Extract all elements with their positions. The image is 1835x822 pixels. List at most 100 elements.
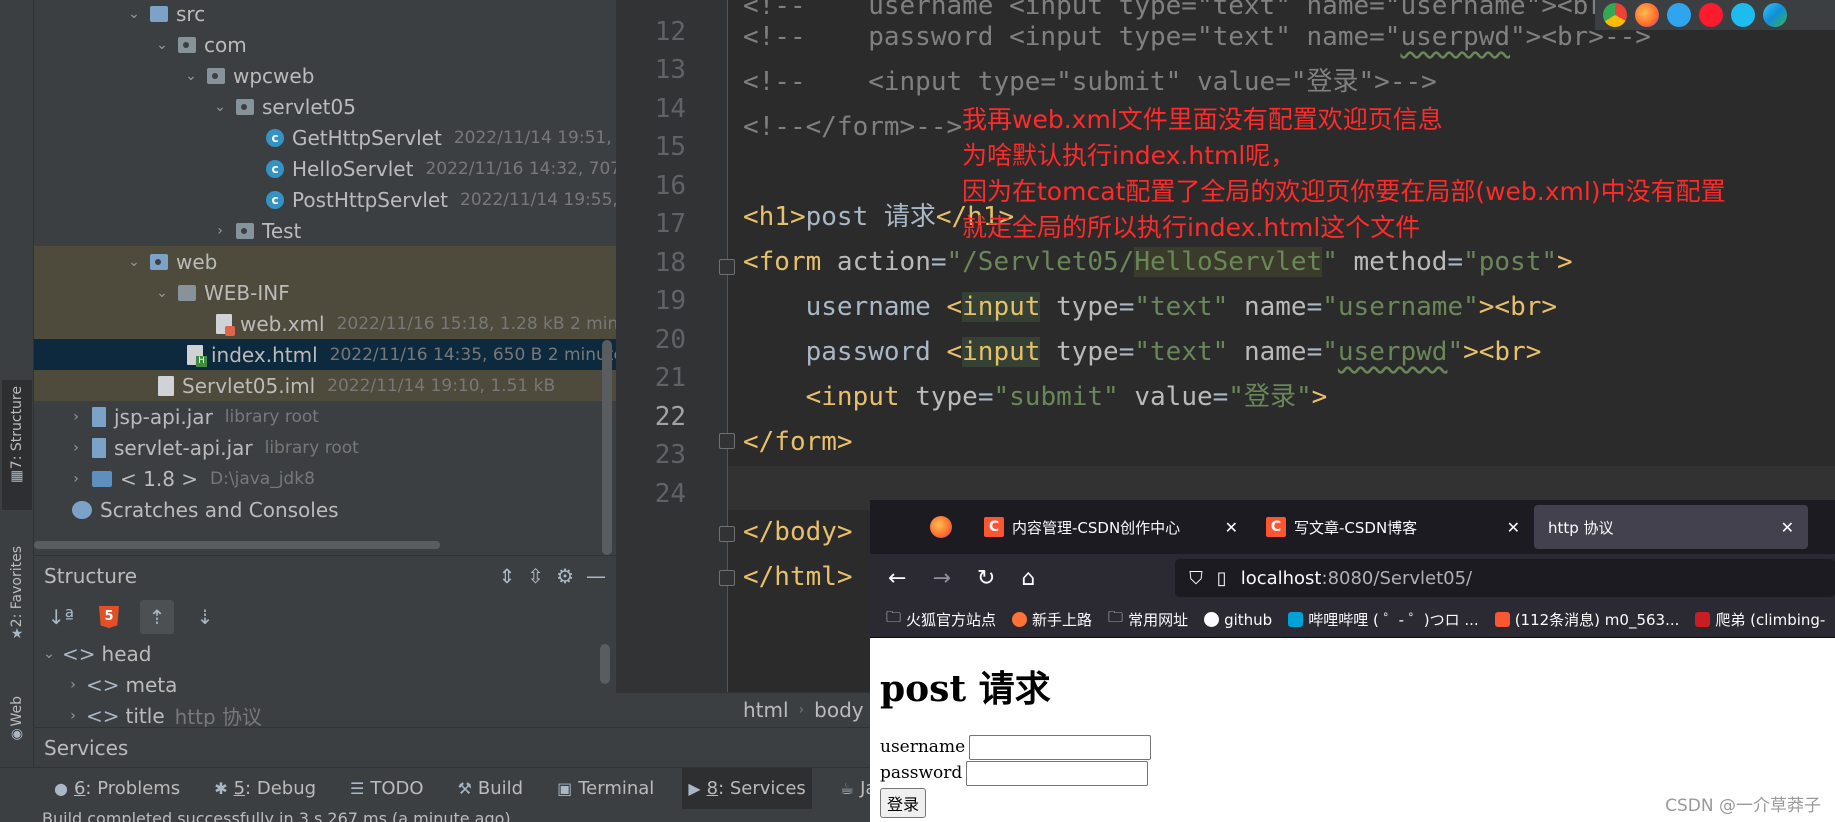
- tree-row-web-xml[interactable]: web.xml 2022/11/16 15:18, 1.28 kB 2 minut: [34, 308, 616, 339]
- url-bar[interactable]: ⛉ ▯ localhost:8080/Servlet05/: [1175, 559, 1835, 597]
- bookmark-item[interactable]: github: [1204, 611, 1272, 629]
- tree-row-servlet05-iml[interactable]: Servlet05.iml 2022/11/14 19:10, 1.51 kB: [34, 370, 616, 401]
- bilibili-icon: [1288, 612, 1304, 627]
- tab-favorites[interactable]: 2: Favorites ★: [2, 540, 32, 670]
- bookmark-item[interactable]: 爬弟 (climbing-: [1695, 609, 1825, 630]
- back-arrow-icon[interactable]: ←: [888, 566, 906, 591]
- minimize-icon[interactable]: —: [586, 564, 606, 588]
- structure-item-title[interactable]: › <> title http 协议: [34, 700, 616, 728]
- services-bar[interactable]: Services: [34, 727, 874, 767]
- chevron-right-icon[interactable]: ›: [62, 708, 84, 724]
- expand-all-icon[interactable]: ⇕: [499, 564, 516, 588]
- tab-services[interactable]: ▶ 8: Services: [682, 767, 812, 810]
- tree-meta: 2022/11/16 14:32, 707: [425, 158, 616, 179]
- structure-item-dim: http 协议: [174, 705, 263, 727]
- tree-row-helloservlet[interactable]: c HelloServlet 2022/11/16 14:32, 707: [34, 153, 616, 184]
- html5-icon[interactable]: 5: [92, 600, 126, 634]
- tree-row-servlet05[interactable]: ⌄ servlet05: [34, 91, 616, 122]
- tree-row-gethttpservlet[interactable]: c GetHttpServlet 2022/11/14 19:51, 1: [34, 122, 616, 153]
- tree-row-test[interactable]: › Test: [34, 215, 616, 246]
- navigate-down-icon[interactable]: ⇣: [188, 600, 222, 634]
- tab-structure[interactable]: 7: Structure ▦: [2, 380, 32, 510]
- close-icon[interactable]: ✕: [1781, 518, 1794, 537]
- navigate-up-icon[interactable]: ⇡: [140, 600, 174, 634]
- vertical-scrollbar[interactable]: [602, 340, 612, 555]
- chevron-right-icon[interactable]: ›: [66, 409, 86, 425]
- firefox-icon[interactable]: [930, 516, 952, 538]
- reload-icon[interactable]: ↻: [977, 566, 995, 591]
- login-submit-button[interactable]: 登录: [880, 788, 927, 818]
- tree-row-index-html[interactable]: index.html 2022/11/16 14:35, 650 B 2 minu…: [34, 339, 616, 370]
- breadcrumb-item[interactable]: body: [814, 698, 863, 722]
- chevron-down-icon[interactable]: ⌄: [210, 99, 230, 115]
- tree-row-jdk[interactable]: › < 1.8 > D:\java_jdk8: [34, 463, 616, 494]
- home-icon[interactable]: ⌂: [1021, 566, 1035, 591]
- chevron-right-icon[interactable]: ›: [210, 223, 230, 239]
- bookmark-item[interactable]: (112条消息) m0_563...: [1494, 609, 1679, 630]
- chevron-down-icon[interactable]: ⌄: [124, 254, 144, 270]
- chevron-right-icon[interactable]: ›: [66, 440, 86, 456]
- shield-icon[interactable]: ⛉: [1189, 568, 1203, 589]
- vertical-scrollbar[interactable]: [600, 644, 610, 684]
- chevron-down-icon[interactable]: ⌄: [38, 646, 60, 662]
- structure-item-meta[interactable]: › <> meta: [34, 669, 616, 700]
- collapse-all-icon[interactable]: ⇳: [527, 564, 544, 588]
- horizontal-scrollbar[interactable]: [34, 541, 440, 549]
- web-folder-icon: [150, 253, 168, 270]
- xml-file-icon: [216, 313, 235, 336]
- close-icon[interactable]: ✕: [1507, 518, 1520, 537]
- tab-http-protocol[interactable]: http 协议 ✕: [1534, 505, 1808, 549]
- username-input[interactable]: [969, 734, 1152, 760]
- fold-marker-icon[interactable]: [719, 526, 735, 542]
- forward-arrow-icon[interactable]: →: [932, 566, 950, 591]
- chevron-right-icon[interactable]: ›: [62, 677, 84, 693]
- chevron-right-icon[interactable]: ›: [66, 471, 86, 487]
- sort-alphabetically-icon[interactable]: ↓ª: [44, 600, 78, 634]
- bookmark-item[interactable]: 🗀 火狐官方站点: [886, 607, 996, 632]
- firefox-icon[interactable]: [1635, 3, 1659, 27]
- gear-icon[interactable]: ⚙: [556, 564, 574, 588]
- tree-row-jsp-api[interactable]: › jsp-api.jar library root: [34, 401, 616, 432]
- tab-terminal[interactable]: ▣ Terminal: [551, 768, 660, 810]
- fold-marker-icon[interactable]: [719, 259, 735, 275]
- chrome-icon[interactable]: [1603, 3, 1627, 27]
- structure-item-head[interactable]: ⌄ <> head: [34, 638, 616, 669]
- tab-content-management[interactable]: C 内容管理-CSDN创作中心 ✕: [970, 505, 1252, 549]
- tree-label: web: [176, 249, 218, 274]
- chevron-down-icon[interactable]: ⌄: [152, 37, 172, 53]
- code-line-13: <!-- <input type="submit" value="登录">-->: [743, 67, 1437, 97]
- edge-icon[interactable]: [1763, 3, 1787, 27]
- tab-write-article[interactable]: C 写文章-CSDN博客 ✕: [1252, 505, 1534, 549]
- tree-row-web-inf[interactable]: ⌄ WEB-INF: [34, 277, 616, 308]
- tab-debug[interactable]: ✱ 5: Debug: [208, 768, 322, 810]
- tree-row-web[interactable]: ⌄ web: [34, 246, 616, 277]
- close-icon[interactable]: ✕: [1225, 518, 1238, 537]
- tree-row-scratches[interactable]: Scratches and Consoles: [34, 494, 616, 525]
- chevron-down-icon[interactable]: ⌄: [181, 68, 201, 84]
- chevron-down-icon[interactable]: ⌄: [152, 285, 172, 301]
- tree-row-com[interactable]: ⌄ com: [34, 29, 616, 60]
- bookmark-item[interactable]: 新手上路: [1012, 609, 1092, 630]
- tag-icon: <>: [62, 641, 96, 666]
- tab-problems[interactable]: ● 6: Problems: [48, 768, 186, 810]
- left-strip-top-tab[interactable]: [2, 0, 32, 30]
- chevron-down-icon[interactable]: ⌄: [124, 6, 144, 22]
- fold-marker-icon[interactable]: [719, 570, 735, 586]
- structure-icon: ▦: [10, 468, 24, 485]
- ie-icon[interactable]: [1731, 3, 1755, 27]
- tree-label: servlet-api.jar: [114, 435, 253, 460]
- bookmark-item[interactable]: 🗀 常用网址: [1108, 607, 1188, 632]
- bookmark-item[interactable]: 哔哩哔哩 ( ゜- ゜)つロ ...: [1288, 609, 1479, 630]
- fold-marker-icon[interactable]: [719, 433, 735, 449]
- tree-row-servlet-api[interactable]: › servlet-api.jar library root: [34, 432, 616, 463]
- tab-todo[interactable]: ☰ TODO: [344, 768, 430, 810]
- opera-icon[interactable]: [1699, 3, 1723, 27]
- password-input[interactable]: [966, 760, 1149, 786]
- tree-row-src[interactable]: ⌄ src: [34, 0, 616, 29]
- tab-web[interactable]: Web ◉: [2, 690, 32, 760]
- tab-build[interactable]: ⚒ Build: [452, 768, 530, 810]
- breadcrumb-item[interactable]: html: [743, 698, 789, 722]
- tree-row-wpcweb[interactable]: ⌄ wpcweb: [34, 60, 616, 91]
- tree-row-posthttpservlet[interactable]: c PostHttpServlet 2022/11/14 19:55,: [34, 184, 616, 215]
- safari-icon[interactable]: [1667, 3, 1691, 27]
